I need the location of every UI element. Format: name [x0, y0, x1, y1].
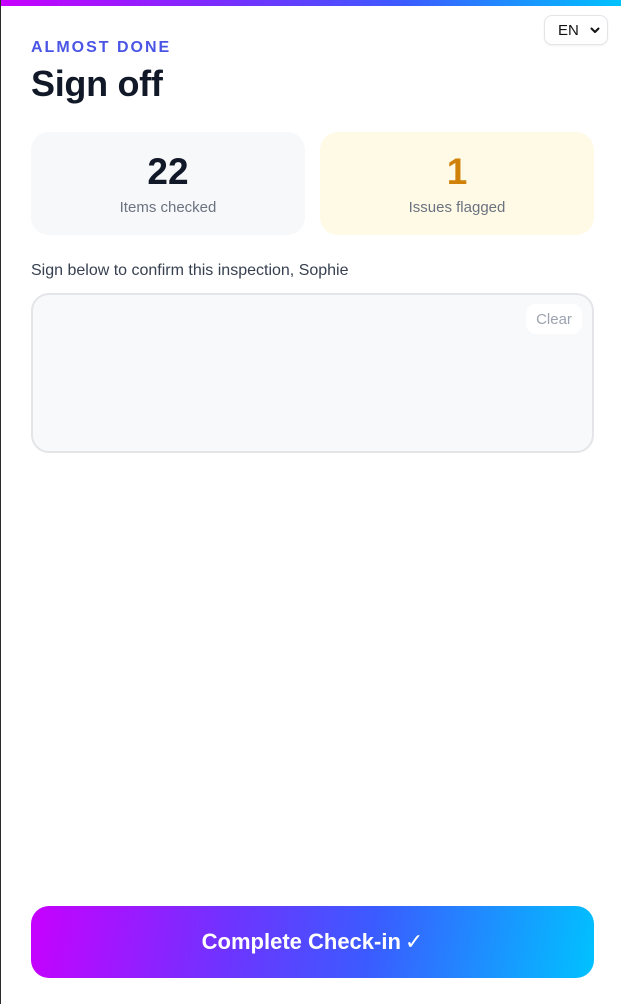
language-select[interactable]: EN — [544, 15, 608, 45]
chevron-down-icon — [590, 27, 600, 33]
issues-flagged-value: 1 — [446, 151, 468, 192]
clear-signature-button[interactable]: Clear — [526, 304, 582, 334]
complete-check-in-label: Complete Check-in — [201, 929, 401, 954]
page-title: Sign off — [31, 63, 163, 104]
issues-flagged-card: 1 Issues flagged — [320, 132, 594, 235]
language-value: EN — [558, 21, 579, 39]
issues-flagged-label: Issues flagged — [408, 199, 506, 216]
complete-check-in-button[interactable]: Complete Check-in ✓ — [31, 906, 594, 978]
signature-prompt: Sign below to confirm this inspection, S… — [31, 262, 349, 279]
signature-pad[interactable]: Clear — [31, 293, 594, 453]
items-checked-card: 22 Items checked — [31, 132, 305, 235]
app-frame: EN ALMOST DONE Sign off 22 Items checked… — [0, 0, 621, 1004]
checkmark-icon: ✓ — [404, 929, 424, 954]
top-gradient-bar — [1, 0, 621, 6]
step-eyebrow: ALMOST DONE — [31, 39, 172, 56]
items-checked-value: 22 — [147, 151, 189, 192]
items-checked-label: Items checked — [119, 199, 217, 216]
